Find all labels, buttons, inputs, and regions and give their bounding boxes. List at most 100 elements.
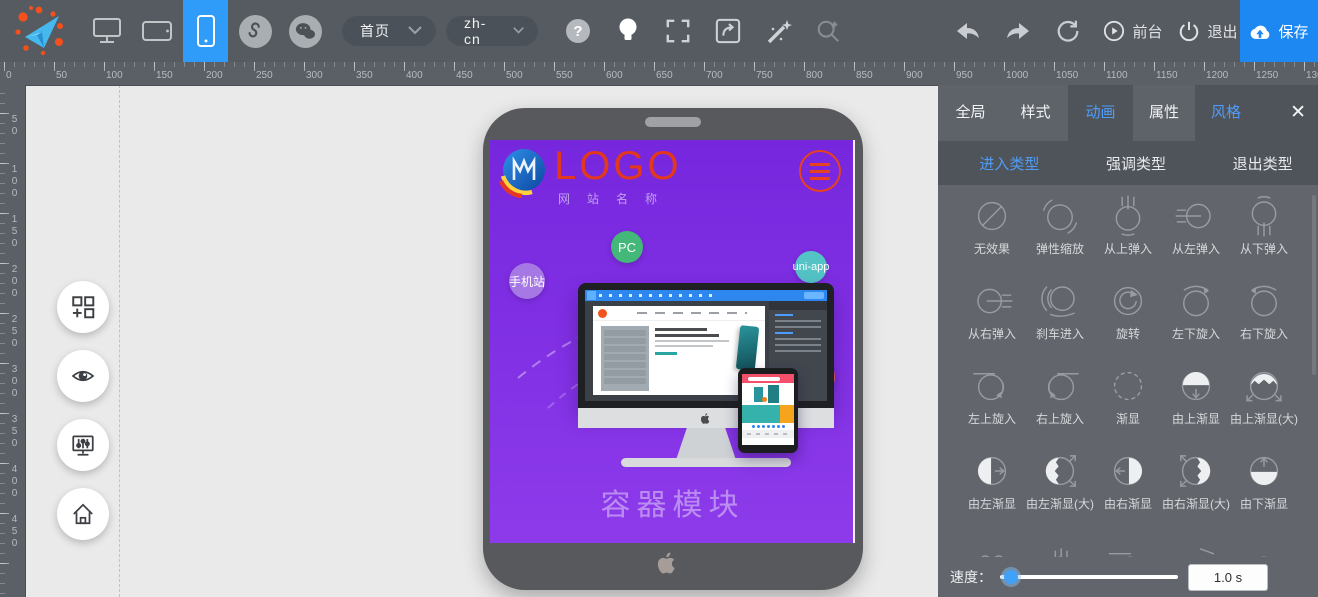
effect-item[interactable]: 右下旋入 <box>1230 280 1298 365</box>
horizontal-ruler: 0501001502002503003504004505005506006507… <box>0 62 1318 86</box>
panel-tab-4[interactable]: 属性 <box>1133 85 1195 141</box>
zoom-search-button[interactable] <box>806 0 850 62</box>
effect-item[interactable]: 左下旋入 <box>1162 280 1230 365</box>
help-button[interactable]: ? <box>556 0 600 62</box>
effect-item[interactable]: 刹车进入 <box>1026 280 1094 365</box>
exit-button[interactable]: 退出 <box>1176 0 1240 62</box>
ruler-label: 250 <box>256 70 273 81</box>
preview-button[interactable] <box>57 350 109 402</box>
save-label: 保存 <box>1278 21 1308 42</box>
phone-screen[interactable]: LOGO 网站名称 PC手机站uni-app微站 <box>490 140 855 543</box>
effect-item[interactable]: 由左渐显(大) <box>1026 450 1094 535</box>
refresh-button[interactable] <box>1046 0 1090 62</box>
quick-edit-button[interactable] <box>706 0 750 62</box>
ruler-label: 900 <box>906 70 923 81</box>
preview-front-button[interactable]: 前台 <box>1098 0 1168 62</box>
ruler-label: 1200 <box>1206 70 1228 81</box>
magic-wand-icon <box>764 17 792 45</box>
effect-label: 从右弹入 <box>968 325 1016 342</box>
panel-tab-3[interactable]: 动画 <box>1068 85 1133 141</box>
effect-item[interactable]: 右上旋入 <box>1026 365 1094 450</box>
editor-canvas[interactable]: LOGO 网站名称 PC手机站uni-app微站 <box>25 85 938 597</box>
effect-label: 从左弹入 <box>1172 240 1220 257</box>
panel-tab-1[interactable]: 全局 <box>938 85 1003 141</box>
effect-item[interactable]: 左上旋入 <box>958 365 1026 450</box>
effect-item[interactable]: 由左渐显 <box>958 450 1026 535</box>
speed-slider[interactable] <box>1000 575 1178 579</box>
mini-program-button[interactable] <box>233 0 277 62</box>
effect-label: 刹车进入 <box>1036 325 1084 342</box>
effect-item[interactable]: 无效果 <box>958 195 1026 280</box>
effect-item[interactable]: 由上渐显(大) <box>1230 365 1298 450</box>
page-select-dropdown[interactable]: 首页 <box>342 15 436 46</box>
home-button[interactable] <box>57 488 109 540</box>
question-icon: ? <box>565 18 591 44</box>
effect-item[interactable]: 弹性缩放 <box>1026 195 1094 280</box>
effect-label: 由上渐显 <box>1172 410 1220 427</box>
fade-left-effect-icon <box>971 450 1013 492</box>
effect-item[interactable]: 从左弹入 <box>1162 195 1230 280</box>
animation-type-tabs: 进入类型 强调类型 退出类型 <box>938 141 1318 185</box>
menu-button[interactable] <box>799 150 841 192</box>
monitor-sliders-icon <box>70 432 96 458</box>
ruler-label: 350 <box>9 414 20 450</box>
display-settings-button[interactable] <box>57 419 109 471</box>
desktop-view-button[interactable] <box>84 0 130 62</box>
platform-bubble: PC <box>611 231 643 263</box>
effect-item[interactable]: 由下渐显 <box>1230 450 1298 535</box>
app-logo[interactable] <box>10 0 68 62</box>
animation-subtab-3[interactable]: 退出类型 <box>1233 153 1293 174</box>
tablet-view-button[interactable] <box>134 0 180 62</box>
speed-slider-thumb[interactable] <box>1004 570 1018 584</box>
container-module-placeholder[interactable]: 容器模块 <box>490 480 855 524</box>
vertical-ruler: 50100150200250300350400450 <box>0 85 26 597</box>
effect-item[interactable]: 由右渐显 <box>1094 450 1162 535</box>
ruler-label: 750 <box>756 70 773 81</box>
effect-label: 由右渐显 <box>1104 495 1152 512</box>
wechat-button[interactable] <box>283 0 327 62</box>
save-button[interactable]: 保存 <box>1240 0 1318 62</box>
effect-item[interactable]: 渐显 <box>1094 365 1162 450</box>
tips-button[interactable] <box>606 0 650 62</box>
animation-subtab-1[interactable]: 进入类型 <box>979 153 1039 174</box>
settings-panel: 全局样式动画属性风格 ✕ 进入类型 强调类型 退出类型 无效果弹性缩放从上弹入从左弹… <box>938 85 1318 597</box>
ruler-label: 250 <box>9 314 20 350</box>
close-panel-button[interactable]: ✕ <box>1290 85 1306 141</box>
language-select-dropdown[interactable]: zh-cn <box>446 15 538 46</box>
magic-wand-button[interactable] <box>756 0 800 62</box>
mobile-view-button[interactable] <box>183 0 228 62</box>
bounce-left-effect-icon <box>1175 195 1217 237</box>
effect-item[interactable]: 从上弹入 <box>1094 195 1162 280</box>
ruler-label: 350 <box>356 70 373 81</box>
effect-item[interactable]: 由右渐显(大) <box>1162 450 1230 535</box>
fullscreen-button[interactable] <box>656 0 700 62</box>
ruler-label: 1250 <box>1256 70 1278 81</box>
top-toolbar: 首页 zh-cn ? <box>0 0 1318 62</box>
language-select-value: zh-cn <box>464 15 495 47</box>
effect-item[interactable]: 从右弹入 <box>958 280 1026 365</box>
panel-scrollbar[interactable] <box>1312 195 1316 375</box>
panel-tab-2[interactable]: 样式 <box>1003 85 1068 141</box>
animation-subtab-2[interactable]: 强调类型 <box>1106 153 1166 174</box>
effect-label: 无效果 <box>974 240 1010 257</box>
chevron-down-icon <box>408 26 422 35</box>
add-module-button[interactable] <box>57 281 109 333</box>
effect-item[interactable]: 由上渐显 <box>1162 365 1230 450</box>
effect-label: 由下渐显 <box>1240 495 1288 512</box>
ruler-label: 1300 <box>1306 70 1318 81</box>
apple-logo-icon <box>652 548 680 578</box>
redo-button[interactable] <box>996 0 1040 62</box>
exit-label: 退出 <box>1207 21 1237 42</box>
phone-scrollbar[interactable] <box>853 140 855 543</box>
effect-item[interactable]: 从下弹入 <box>1230 195 1298 280</box>
rotate-br-effect-icon <box>1243 280 1285 322</box>
brake-effect-icon <box>1039 280 1081 322</box>
panel-tab-5[interactable]: 风格 <box>1195 85 1257 141</box>
undo-button[interactable] <box>946 0 990 62</box>
fade-right-effect-icon <box>1107 450 1149 492</box>
apple-logo-icon <box>698 411 712 426</box>
page-select-value: 首页 <box>360 21 390 41</box>
fade-bottom-effect-icon <box>1243 450 1285 492</box>
ruler-label: 100 <box>106 70 123 81</box>
effect-item[interactable]: 旋转 <box>1094 280 1162 365</box>
